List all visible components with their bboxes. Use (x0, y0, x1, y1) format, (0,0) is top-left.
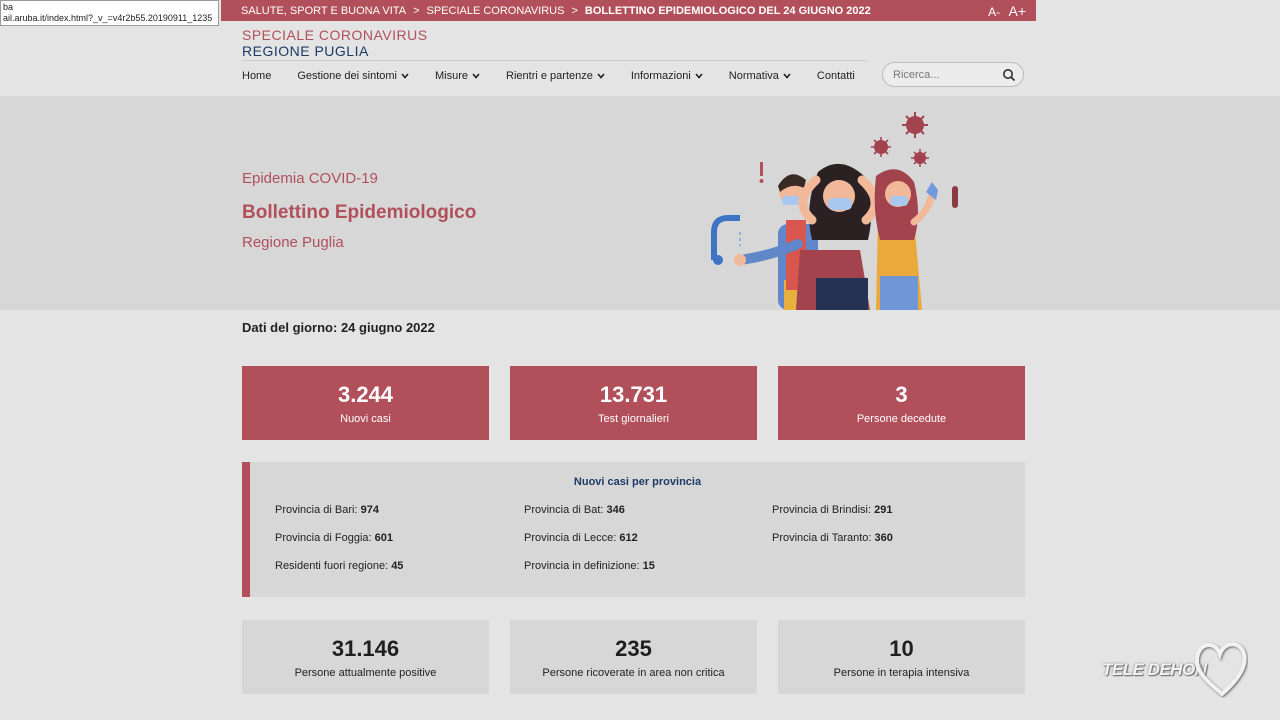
url-tooltip-line2: ail.aruba.it/index.html?_v_=v4r2b55.2019… (3, 13, 213, 23)
nav-item-informazioni[interactable]: Informazioni (631, 70, 703, 82)
stat-value: 13.731 (599, 382, 668, 407)
province-row-fuori-regione: Residenti fuori regione: 45 (275, 560, 403, 572)
stat-label: Persone ricoverate in area non critica (542, 667, 725, 679)
stat-value: 235 (615, 636, 652, 661)
province-label: Provincia di Brindisi: (772, 504, 872, 516)
font-decrease-button[interactable]: A- (988, 5, 1000, 19)
breadcrumb-item-current: BOLLETTINO EPIDEMIOLOGICO DEL 24 GIUGNO … (584, 4, 871, 17)
url-tooltip-line1: ba (3, 2, 14, 12)
people-with-masks-illustration (711, 112, 958, 310)
nav-item-normativa[interactable]: Normativa (729, 70, 791, 82)
breadcrumb-bar: SALUTE, SPORT E BUONA VITA > SPECIALE CO… (221, 0, 1036, 21)
province-label: Provincia in definizione: (524, 560, 640, 572)
search-input[interactable]: Ricerca... (882, 62, 1024, 87)
province-value: 974 (360, 504, 379, 516)
province-row-brindisi: Provincia di Brindisi: 291 (772, 504, 892, 516)
breadcrumb-item-salute[interactable]: SALUTE, SPORT E BUONA VITA (241, 5, 406, 17)
breadcrumb-separator: > (571, 4, 578, 17)
nav-item-home[interactable]: Home (242, 70, 271, 82)
heart-logo-icon (1194, 642, 1247, 696)
brand-line-1: SPECIALE CORONAVIRUS (242, 27, 428, 43)
province-label: Provincia di Foggia: (275, 532, 372, 544)
stat-value: 10 (889, 636, 914, 661)
nav-item-label: Contatti (816, 70, 855, 82)
stat-label: Persone in terapia intensiva (833, 667, 970, 679)
province-row-taranto: Provincia di Taranto: 360 (772, 532, 893, 544)
nav-item-misure[interactable]: Misure (435, 70, 480, 82)
stat-card-persone-decedute: 3 Persone decedute (778, 366, 1025, 440)
province-row-in-definizione: Provincia in definizione: 15 (524, 560, 655, 572)
font-increase-button[interactable]: A+ (1008, 3, 1026, 19)
stat-label: Persone attualmente positive (294, 667, 437, 679)
nav-item-label: Normativa (728, 70, 779, 82)
chevron-down-icon (401, 72, 409, 81)
brand-line-2: REGIONE PUGLIA (242, 43, 369, 59)
nav-item-gestione-sintomi[interactable]: Gestione dei sintomi (297, 70, 409, 82)
day-heading: Dati del giorno: 24 giugno 2022 (242, 320, 435, 335)
stat-card-ricoverate-non-critica: 235 Persone ricoverate in area non criti… (510, 620, 757, 694)
breadcrumb-item-speciale[interactable]: SPECIALE CORONAVIRUS (427, 5, 565, 17)
province-label: Provincia di Bat: (524, 504, 604, 516)
hero-kicker: Epidemia COVID-19 (242, 170, 378, 187)
virus-icon (871, 112, 929, 167)
main-nav: Home Gestione dei sintomi Misure Rientri… (242, 70, 881, 82)
search-placeholder: Ricerca... (893, 68, 940, 81)
search-icon[interactable] (1002, 68, 1016, 82)
province-value: 45 (391, 560, 404, 572)
nav-item-label: Rientri e partenze (506, 70, 593, 82)
hero-subtitle: Regione Puglia (242, 234, 344, 251)
stat-card-nuovi-casi: 3.244 Nuovi casi (242, 366, 489, 440)
province-value: 291 (874, 504, 893, 516)
watermark-text: TELE DEHON (1102, 660, 1207, 679)
stat-value: 31.146 (331, 636, 400, 661)
stat-card-terapia-intensiva: 10 Persone in terapia intensiva (778, 620, 1025, 694)
nav-item-label: Home (242, 70, 272, 82)
nav-item-label: Misure (435, 70, 469, 82)
stat-label: Nuovi casi (340, 413, 391, 425)
province-value: 601 (374, 532, 394, 544)
province-value: 360 (874, 532, 893, 544)
province-value: 612 (619, 532, 638, 544)
breadcrumb-separator: > (413, 4, 420, 17)
stat-value: 3 (895, 382, 908, 407)
province-label: Provincia di Bari: (275, 504, 358, 516)
province-row-bari: Provincia di Bari: 974 (275, 504, 379, 516)
nav-item-label: Gestione dei sintomi (297, 70, 398, 82)
province-row-lecce: Provincia di Lecce: 612 (524, 532, 638, 544)
province-row-foggia: Provincia di Foggia: 601 (275, 532, 393, 544)
nav-item-label: Informazioni (630, 70, 691, 82)
page-title: Bollettino Epidemiologico (242, 202, 477, 223)
province-label: Provincia di Taranto: (772, 532, 872, 544)
province-value: 346 (606, 504, 625, 516)
nav-item-contatti[interactable]: Contatti (817, 70, 855, 82)
hero-banner: Epidemia COVID-19 Bollettino Epidemiolog… (0, 96, 1280, 310)
stat-card-test-giornalieri: 13.731 Test giornalieri (510, 366, 757, 440)
province-label: Residenti fuori regione: (275, 560, 389, 572)
nav-item-rientri-partenze[interactable]: Rientri e partenze (506, 70, 605, 82)
chevron-down-icon (783, 72, 791, 81)
province-row-bat: Provincia di Bat: 346 (524, 504, 625, 516)
province-value: 15 (642, 560, 655, 572)
url-tooltip: ba ail.aruba.it/index.html?_v_=v4r2b55.2… (0, 0, 219, 26)
site-brand[interactable]: SPECIALE CORONAVIRUS REGIONE PUGLIA (242, 27, 428, 60)
stat-value: 3.244 (337, 382, 394, 407)
stat-card-attualmente-positive: 31.146 Persone attualmente positive (242, 620, 489, 694)
chevron-down-icon (597, 72, 605, 81)
stat-label: Persone decedute (856, 413, 947, 425)
province-cases-panel: Nuovi casi per provincia Provincia di Ba… (242, 462, 1025, 597)
font-size-controls: A- A+ (983, 3, 1026, 19)
province-label: Provincia di Lecce: (524, 532, 617, 544)
tv-channel-watermark: TELE DEHON (1100, 636, 1250, 700)
province-panel-title: Nuovi casi per provincia (573, 476, 702, 488)
brand-divider (242, 60, 867, 61)
stat-label: Test giornalieri (598, 413, 669, 425)
chevron-down-icon (695, 72, 703, 81)
chevron-down-icon (472, 72, 480, 81)
